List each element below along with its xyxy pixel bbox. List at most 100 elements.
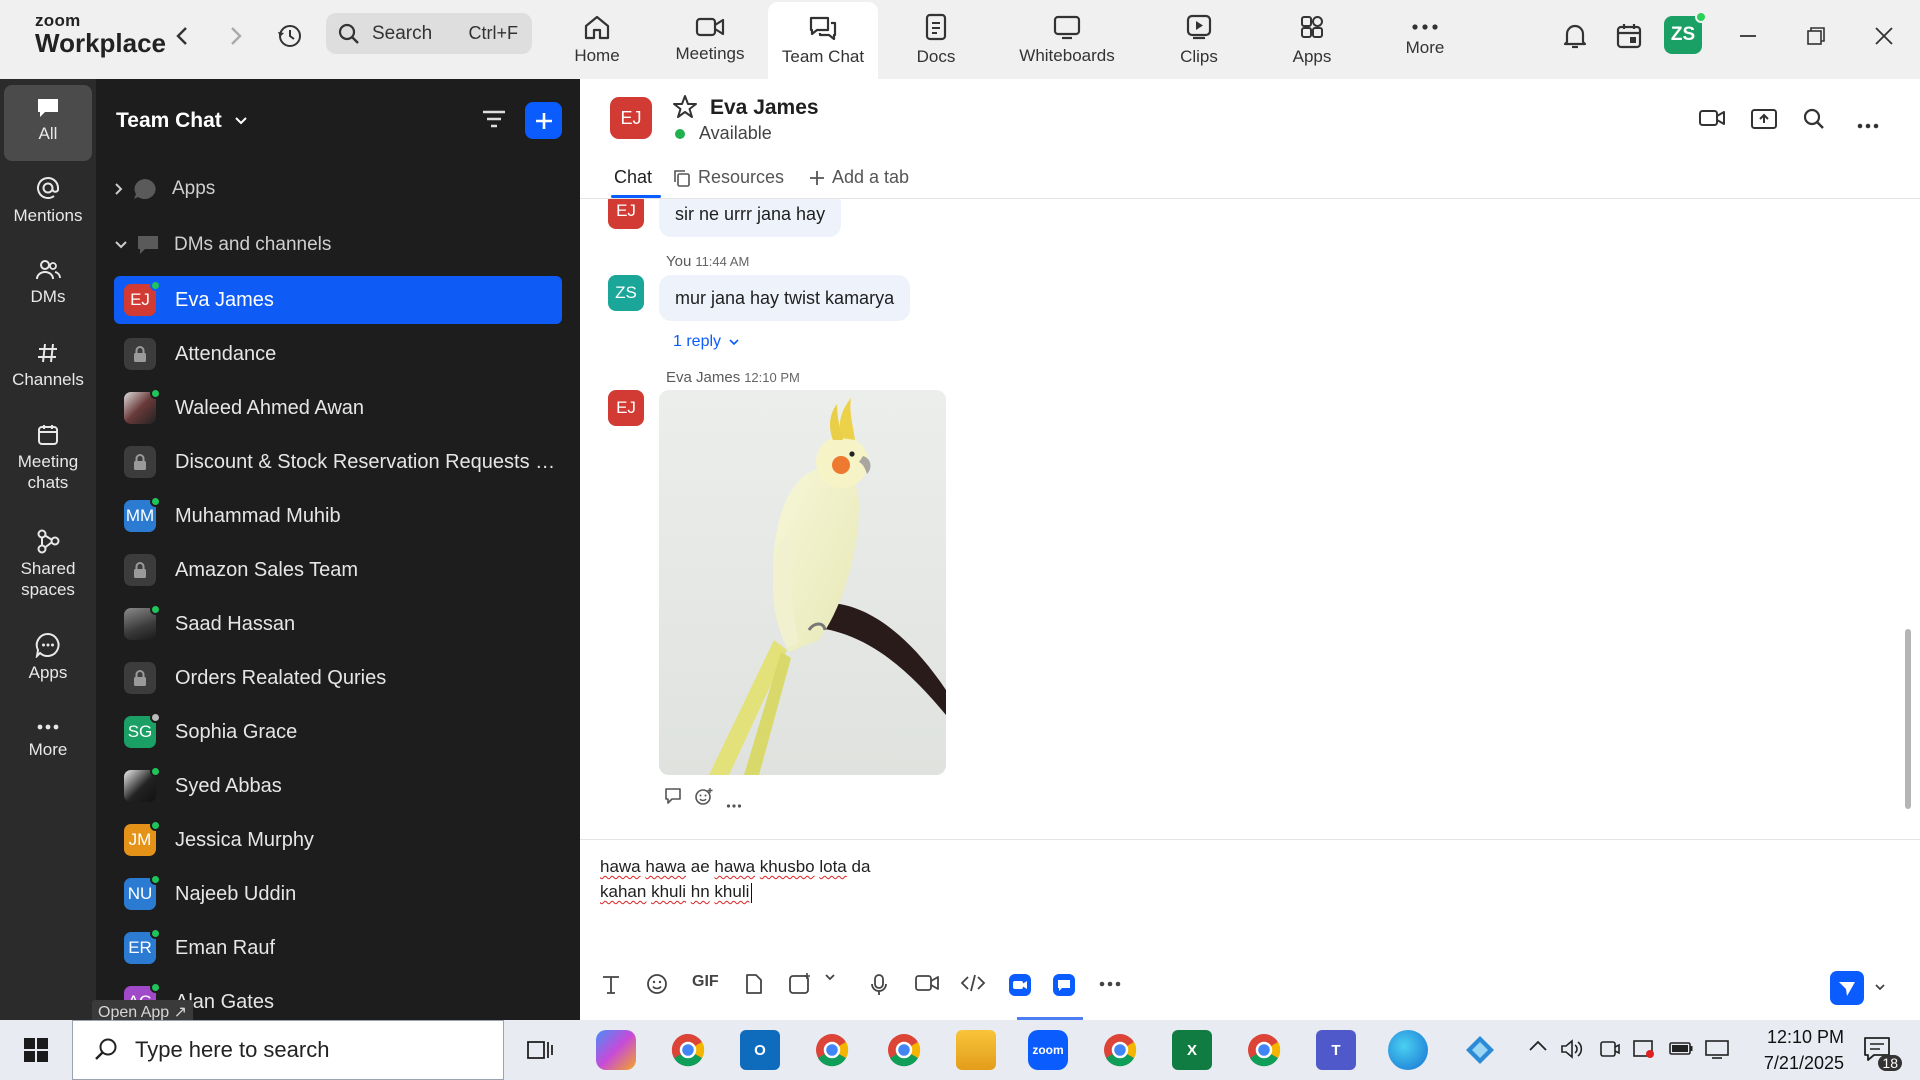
sidebar-item-saad-hassan[interactable]: Saad Hassan xyxy=(114,600,562,648)
bell-icon[interactable] xyxy=(1557,18,1593,54)
message-more-icon[interactable] xyxy=(726,796,742,814)
close-icon[interactable] xyxy=(1866,18,1902,54)
calendar-status-icon[interactable] xyxy=(1611,18,1647,54)
chevron-down-icon[interactable] xyxy=(824,973,836,981)
cockatiel-photo[interactable] xyxy=(659,390,946,775)
contact-avatar[interactable]: EJ xyxy=(610,97,652,139)
sidebar-item-eman-rauf[interactable]: ER Eman Rauf xyxy=(114,924,562,972)
message-bubble[interactable]: sir ne urrr jana hay xyxy=(659,199,842,237)
chrome-profile-2-app-icon[interactable] xyxy=(884,1030,924,1070)
zoom-app-icon[interactable]: zoom xyxy=(1028,1030,1068,1070)
sidebar-item-amazon-sales-team[interactable]: Amazon Sales Team xyxy=(114,546,562,594)
nav-tab-whiteboards[interactable]: Whiteboards xyxy=(1012,0,1122,79)
excel-app-icon[interactable]: X xyxy=(1172,1030,1212,1070)
microphone-icon[interactable] xyxy=(870,973,888,997)
message-composer[interactable]: hawa hawa ae hawa khusbo lota da kahan k… xyxy=(580,840,1920,1020)
send-options-chevron-icon[interactable] xyxy=(1874,983,1886,991)
user-avatar[interactable]: ZS xyxy=(1664,11,1707,54)
blue-diamond-app-icon[interactable] xyxy=(1460,1030,1500,1070)
message-bubble[interactable]: mur jana hay twist kamarya xyxy=(659,275,911,321)
code-snippet-icon[interactable] xyxy=(960,973,986,993)
zoom-app-icon[interactable] xyxy=(1008,973,1032,997)
sidebar-item-waleed-ahmed-awan[interactable]: Waleed Ahmed Awan xyxy=(114,384,562,432)
task-view-icon[interactable] xyxy=(520,1030,560,1070)
nav-tab-clips[interactable]: Clips xyxy=(1144,0,1254,79)
network-icon[interactable] xyxy=(1704,1038,1730,1065)
sidebar-item-sophia-grace[interactable]: SG Sophia Grace xyxy=(114,708,562,756)
edge-app-icon[interactable] xyxy=(1388,1030,1428,1070)
restore-icon[interactable] xyxy=(1798,18,1834,54)
sync-status-icon[interactable] xyxy=(1632,1038,1656,1065)
message-list[interactable]: EJ sir ne urrr jana hay You 11:44 AM ZS m… xyxy=(580,199,1920,839)
tab-chat[interactable]: Chat xyxy=(614,167,652,188)
replies-link[interactable]: 1 reply xyxy=(673,333,740,351)
message-scrollbar[interactable] xyxy=(1905,629,1911,809)
video-message-icon[interactable] xyxy=(914,973,940,993)
nav-tab-meetings[interactable]: Meetings xyxy=(655,0,765,79)
back-arrow-icon[interactable] xyxy=(164,18,200,54)
sidebar-item-attendance[interactable]: Attendance xyxy=(114,330,562,378)
chrome-profile-app-icon[interactable] xyxy=(812,1030,852,1070)
sidebar-section-apps[interactable]: Apps xyxy=(114,177,215,201)
chrome-profile-3-app-icon[interactable] xyxy=(1244,1030,1284,1070)
message-input[interactable]: hawa hawa ae hawa khusbo lota da kahan k… xyxy=(600,854,870,904)
filter-icon[interactable] xyxy=(481,107,507,136)
message-avatar[interactable]: EJ xyxy=(608,390,644,426)
message-avatar[interactable]: EJ xyxy=(608,199,644,229)
meet-now-icon[interactable] xyxy=(1598,1038,1620,1065)
tab-resources[interactable]: Resources xyxy=(672,167,784,188)
chrome-app-icon[interactable] xyxy=(1100,1030,1140,1070)
sidebar-item-syed-abbas[interactable]: Syed Abbas xyxy=(114,762,562,810)
outlook-app-icon[interactable]: O xyxy=(740,1030,780,1070)
copilot-app-icon[interactable] xyxy=(596,1030,636,1070)
sidebar-item-eva-james[interactable]: EJ Eva James xyxy=(114,276,562,324)
reply-thread-icon[interactable] xyxy=(664,787,684,810)
notification-center-icon[interactable]: 18 xyxy=(1862,1035,1902,1071)
taskbar-clock[interactable]: 12:10 PM 7/21/2025 xyxy=(1734,1024,1844,1076)
rail-item-apps[interactable]: Apps xyxy=(4,632,92,683)
add-reaction-icon[interactable] xyxy=(694,787,714,812)
search-box[interactable]: Search Ctrl+F xyxy=(326,13,532,54)
nav-tab-docs[interactable]: Docs xyxy=(881,0,991,79)
forward-arrow-icon[interactable] xyxy=(218,18,254,54)
message-avatar[interactable]: ZS xyxy=(608,275,644,311)
nav-tab-more[interactable]: More xyxy=(1370,0,1480,79)
rail-item-mentions[interactable]: Mentions xyxy=(4,175,92,226)
sidebar-title[interactable]: Team Chat xyxy=(116,109,248,133)
nav-tab-home[interactable]: Home xyxy=(542,0,652,79)
nav-tab-team-chat[interactable]: Team Chat xyxy=(768,2,878,79)
more-options-icon[interactable] xyxy=(1856,117,1880,135)
team-chat-app-icon[interactable] xyxy=(1052,973,1076,997)
history-icon[interactable] xyxy=(272,18,308,54)
sidebar-item-muhammad-muhib[interactable]: MM Muhammad Muhib xyxy=(114,492,562,540)
sidebar-item-orders-realated-quries[interactable]: Orders Realated Quries xyxy=(114,654,562,702)
composer-more-icon[interactable] xyxy=(1098,980,1122,988)
file-explorer-app-icon[interactable] xyxy=(956,1030,996,1070)
share-screen-icon[interactable] xyxy=(1750,107,1778,136)
battery-icon[interactable] xyxy=(1668,1038,1694,1063)
new-chat-button[interactable] xyxy=(525,102,562,139)
sidebar-item-jessica-murphy[interactable]: JM Jessica Murphy xyxy=(114,816,562,864)
teams-app-icon[interactable]: T xyxy=(1316,1030,1356,1070)
sidebar-section-dms-and-channels[interactable]: DMs and channels xyxy=(114,234,331,256)
screenshot-icon[interactable] xyxy=(788,973,812,995)
emoji-icon[interactable] xyxy=(646,973,668,995)
video-call-icon[interactable] xyxy=(1698,107,1726,134)
rail-item-all[interactable]: All xyxy=(4,85,92,161)
taskbar-search[interactable]: Type here to search xyxy=(72,1020,504,1080)
sidebar-item-najeeb-uddin[interactable]: NU Najeeb Uddin xyxy=(114,870,562,918)
nav-tab-apps[interactable]: Apps xyxy=(1257,0,1367,79)
rail-item-dms[interactable]: DMs xyxy=(4,258,92,307)
sidebar-item-discount-stock[interactable]: Discount & Stock Reservation Requests O.… xyxy=(114,438,562,486)
minimize-icon[interactable] xyxy=(1730,18,1766,54)
rail-item-shared-spaces[interactable]: Shared spaces xyxy=(4,528,92,600)
windows-start-icon[interactable] xyxy=(16,1030,56,1070)
tray-overflow-chevron-icon[interactable] xyxy=(1528,1038,1548,1057)
search-icon[interactable] xyxy=(1802,107,1826,136)
rail-item-channels[interactable]: Channels xyxy=(4,341,92,390)
rail-item-more[interactable]: More xyxy=(4,719,92,760)
text-format-icon[interactable] xyxy=(600,973,622,995)
star-icon[interactable] xyxy=(672,94,698,125)
volume-icon[interactable] xyxy=(1560,1038,1584,1065)
file-icon[interactable] xyxy=(744,973,764,995)
